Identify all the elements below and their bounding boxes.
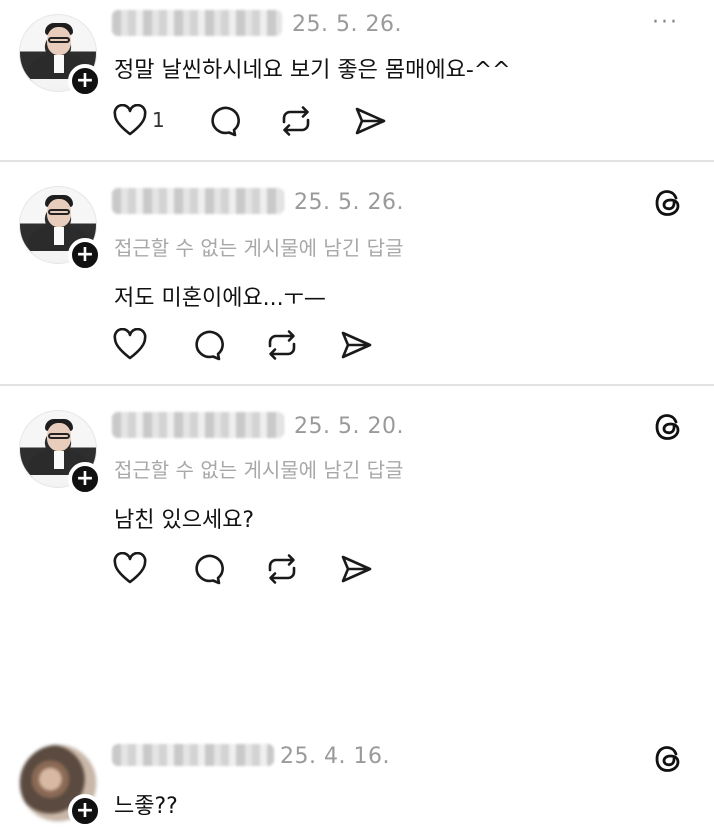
threads-logo-icon[interactable]	[652, 742, 686, 776]
reply-post-2: + 25. 5. 26. 접근할 수 없는 게시물에 남긴 답글 저도 미혼이에…	[0, 162, 714, 384]
threads-logo-icon[interactable]	[652, 186, 686, 220]
heart-icon[interactable]	[112, 552, 148, 586]
action-bar	[112, 328, 382, 362]
follow-plus-icon[interactable]: +	[68, 462, 102, 496]
send-icon[interactable]	[352, 104, 388, 138]
reply-post-4: + 25. 4. 16. 느좋??	[0, 730, 714, 832]
username-blurred[interactable]	[112, 744, 274, 766]
reply-context-label: 접근할 수 없는 게시물에 남긴 답글	[114, 236, 404, 260]
follow-plus-icon[interactable]: +	[68, 794, 102, 828]
comment-bubble-icon[interactable]	[188, 328, 224, 362]
username-blurred[interactable]	[112, 188, 284, 214]
repost-icon[interactable]	[278, 104, 314, 138]
username-blurred[interactable]	[112, 10, 282, 36]
post-date: 25. 5. 26.	[294, 190, 404, 215]
reply-post-3: + 25. 5. 20. 접근할 수 없는 게시물에 남긴 답글 남친 있으세요…	[0, 386, 714, 616]
comment-bubble-icon[interactable]	[188, 552, 224, 586]
threads-logo-icon[interactable]	[652, 410, 686, 444]
post-date: 25. 4. 16.	[280, 744, 390, 769]
reply-text: 느좋??	[114, 794, 178, 819]
reply-text: 남친 있으세요?	[114, 508, 255, 533]
action-bar	[112, 552, 382, 586]
like-count: 1	[152, 108, 165, 132]
heart-icon[interactable]	[112, 328, 148, 362]
repost-icon[interactable]	[264, 552, 300, 586]
username-blurred[interactable]	[112, 412, 284, 438]
comment-bubble-icon[interactable]	[204, 104, 240, 138]
send-icon[interactable]	[338, 328, 374, 362]
post-date: 25. 5. 26.	[292, 12, 402, 37]
heart-icon[interactable]	[112, 104, 148, 138]
send-icon[interactable]	[338, 552, 374, 586]
follow-plus-icon[interactable]: +	[68, 238, 102, 272]
action-bar: 1	[112, 104, 412, 138]
reply-context-label: 접근할 수 없는 게시물에 남긴 답글	[114, 458, 404, 482]
reply-post-1: + 25. 5. 26. ··· 정말 날씬하시네요 보기 좋은 몸매에요-^^…	[0, 0, 714, 160]
follow-plus-icon[interactable]: +	[68, 64, 102, 98]
reply-text: 저도 미혼이에요...ㅜ—	[114, 286, 326, 311]
repost-icon[interactable]	[264, 328, 300, 362]
reply-text: 정말 날씬하시네요 보기 좋은 몸매에요-^^	[114, 58, 511, 83]
more-options-icon[interactable]: ···	[652, 10, 679, 35]
post-date: 25. 5. 20.	[294, 414, 404, 439]
